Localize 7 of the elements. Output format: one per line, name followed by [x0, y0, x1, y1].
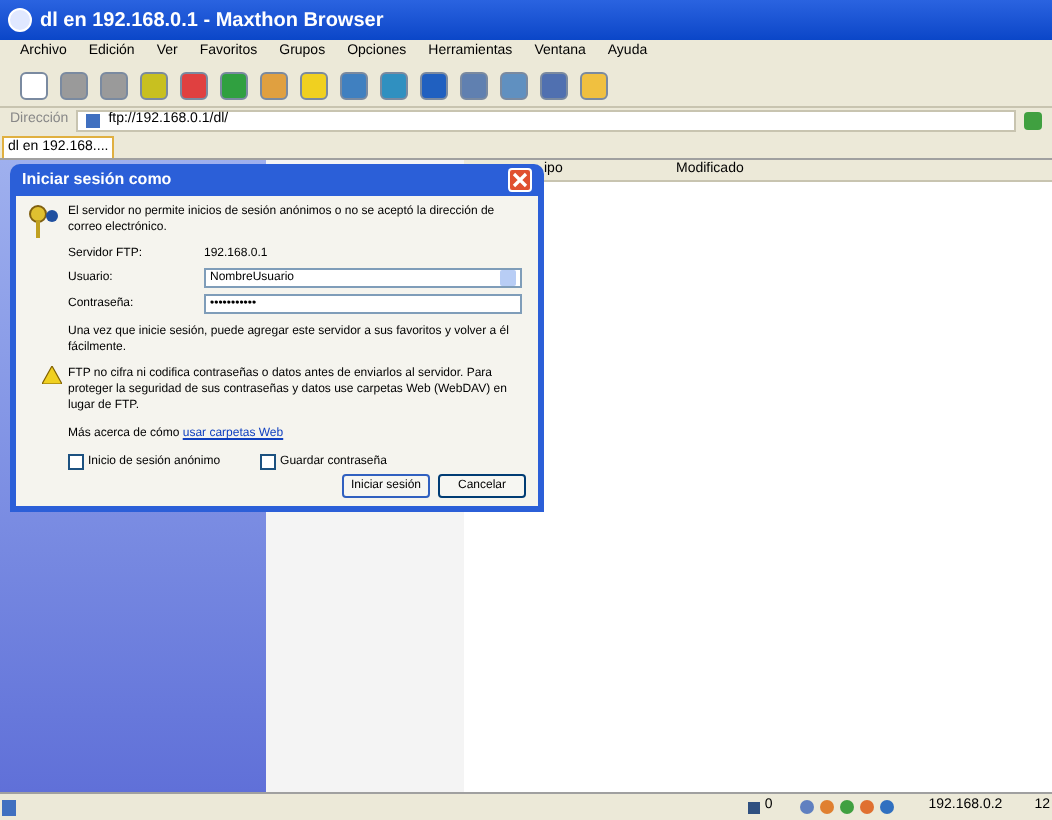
window-title: dl en 192.168.0.1 - Maxthon Browser	[40, 7, 384, 35]
close-button[interactable]	[508, 168, 532, 192]
close-icon	[512, 172, 528, 188]
warning-icon	[42, 366, 62, 384]
checkbox[interactable]	[260, 454, 277, 470]
checkbox[interactable]	[68, 454, 84, 470]
dialog-title: Iniciar sesión como	[22, 168, 172, 192]
